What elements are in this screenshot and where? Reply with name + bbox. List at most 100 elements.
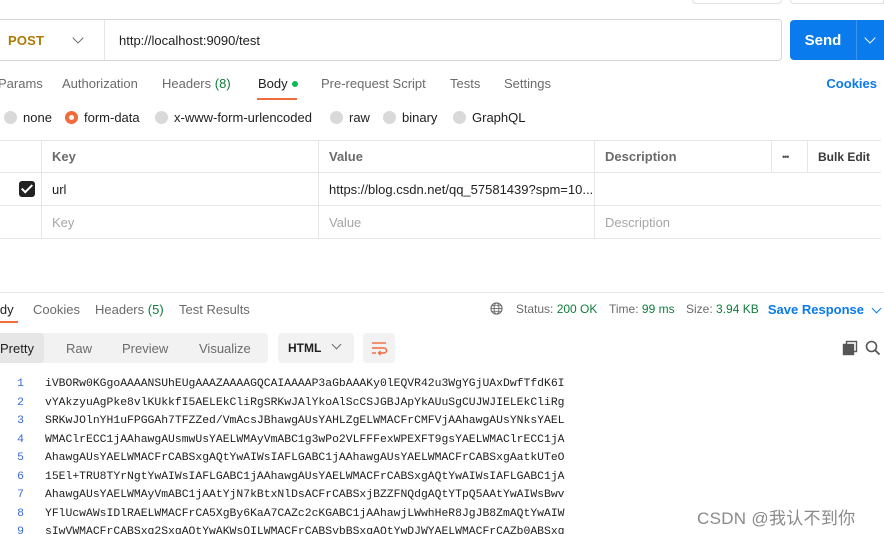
copy-icon[interactable]: [842, 340, 858, 356]
send-divider: [856, 20, 857, 60]
tab-settings[interactable]: Settings: [504, 76, 551, 91]
radio-raw[interactable]: raw: [330, 110, 370, 125]
code-line: 2 vYAkzyuAgPke8vlKUkkfI5AELEkCliRgSRKwJAl…: [0, 394, 884, 413]
time-readout: Time: 99 ms: [609, 302, 675, 316]
form-data-table: Key Value Description ••• Bulk Edit url …: [0, 140, 881, 239]
value-cell[interactable]: https://blog.csdn.net/qq_57581439?spm=10…: [318, 173, 595, 205]
modified-dot-icon: [291, 80, 298, 87]
view-raw-button[interactable]: Raw: [66, 333, 92, 363]
size-readout: Size: 3.94 KB: [686, 302, 759, 316]
tab-pre-request-script[interactable]: Pre-request Script: [321, 76, 426, 91]
radio-circle-selected: [65, 111, 78, 124]
send-button[interactable]: Send: [790, 20, 884, 60]
line-number: 6: [17, 470, 24, 483]
line-number: 3: [17, 415, 24, 427]
chevron-down-icon[interactable]: [871, 303, 882, 314]
active-tab-indicator: [0, 321, 18, 323]
send-label: Send: [804, 31, 842, 49]
tab-headers[interactable]: Headers (8): [162, 76, 231, 91]
wrap-lines-button[interactable]: [363, 333, 395, 363]
active-tab-indicator: [257, 98, 297, 100]
radio-urlencoded[interactable]: x-www-form-urlencoded: [155, 110, 312, 125]
radio-circle: [330, 111, 343, 124]
tab-response-headers-count: (5): [147, 302, 164, 317]
method-label: POST: [8, 32, 45, 48]
row-checkbox[interactable]: [19, 181, 35, 197]
radio-graphql[interactable]: GraphQL: [453, 110, 525, 125]
description-cell[interactable]: [594, 173, 881, 205]
line-text: sIwVWMACFrCABSxg2SxgAQtYwAKWsQILWMACFrCA…: [45, 526, 565, 534]
code-line: 5 AhawgAUsYAELWMACFrCABSxgAQtYwAIWsIAFLGA…: [0, 449, 884, 468]
response-tabs: Body Cookies Headers (5) Test Results St…: [0, 293, 884, 323]
key-placeholder-cell[interactable]: Key: [41, 206, 318, 238]
url-bar: POST: [0, 19, 782, 61]
value-column-header: Value: [318, 141, 595, 172]
code-line: 1 iVBORw0KGgoAAAANSUhEUgAAAZAAAAGQCAIAAAA…: [0, 375, 884, 394]
response-view-toolbar: Pretty Raw Preview Visualize HTML: [0, 333, 884, 363]
url-input[interactable]: [105, 20, 781, 60]
cookies-link[interactable]: Cookies: [826, 76, 877, 91]
view-visualize-button[interactable]: Visualize: [199, 333, 251, 363]
radio-none[interactable]: none: [4, 110, 52, 125]
line-text: AhawgAUsYAELWMAyVmABC1jAAtYjN7kBtxNlDsAC…: [45, 489, 565, 501]
chevron-down-icon[interactable]: [864, 32, 876, 44]
tab-response-headers[interactable]: Headers (5): [95, 302, 164, 317]
tab-headers-label: Headers: [162, 76, 212, 91]
tab-tests[interactable]: Tests: [450, 76, 480, 91]
globe-icon[interactable]: [490, 302, 503, 315]
line-text: vYAkzyuAgPke8vlKUkkfI5AELEkCliRgSRKwJAlY…: [45, 396, 565, 409]
table-header-row: Key Value Description ••• Bulk Edit: [0, 140, 881, 173]
code-line: 7 AhawgAUsYAELWMAyVmABC1jAAtYjN7kBtxNlDsA…: [0, 486, 884, 505]
format-select[interactable]: HTML: [278, 333, 354, 363]
radio-label: x-www-form-urlencoded: [174, 110, 312, 125]
radio-form-data[interactable]: form-data: [65, 110, 140, 125]
table-row-empty: Key Value Description: [0, 206, 881, 239]
tab-test-results[interactable]: Test Results: [179, 302, 250, 317]
line-number: 8: [17, 507, 24, 520]
description-placeholder-cell[interactable]: Description: [594, 206, 881, 238]
line-number: 2: [17, 396, 24, 409]
more-options-icon[interactable]: •••: [771, 141, 807, 172]
tab-response-headers-label: Headers: [95, 302, 145, 317]
time-label: Time:: [609, 302, 639, 316]
tab-headers-count: (8): [214, 76, 231, 91]
table-row: url https://blog.csdn.net/qq_57581439?sp…: [0, 173, 881, 206]
key-cell[interactable]: url: [41, 173, 318, 205]
line-number: 7: [17, 489, 24, 501]
line-text: AhawgAUsYAELWMACFrCABSxgAQtYwAIWsIAFLGAB…: [45, 452, 565, 464]
watermark: CSDN @我认不到你: [697, 509, 856, 528]
line-text: WMAClrECC1jAAhawgAUsmwUsYAELWMAyVmABC1g3…: [45, 433, 565, 446]
view-mode-segmented: Pretty Raw Preview Visualize: [0, 333, 268, 363]
tab-body[interactable]: Body: [258, 76, 298, 91]
line-text: iVBORw0KGgoAAAANSUhEUgAAAZAAAAGQCAIAAAAP…: [45, 378, 565, 390]
radio-label: binary: [402, 110, 438, 125]
method-select[interactable]: POST: [0, 20, 105, 60]
bulk-edit-button[interactable]: Bulk Edit: [807, 141, 881, 172]
view-preview-button[interactable]: Preview: [122, 333, 168, 363]
tab-response-body[interactable]: Body: [0, 302, 14, 317]
line-number: 4: [17, 433, 24, 446]
tab-body-label: Body: [258, 76, 288, 91]
size-label: Size:: [686, 302, 713, 316]
radio-binary[interactable]: binary: [383, 110, 437, 125]
empty-checkbox-cell: [0, 206, 41, 238]
value-placeholder-cell[interactable]: Value: [318, 206, 595, 238]
tab-response-cookies[interactable]: Cookies: [33, 302, 80, 317]
format-label: HTML: [288, 341, 322, 355]
view-pretty-button[interactable]: Pretty: [0, 333, 44, 363]
code-line: 3 SRKwJOlnYH1uFPGGAh7TFZZed/VmAcsJBhawgAU…: [0, 412, 884, 431]
tab-authorization[interactable]: Authorization: [62, 76, 138, 91]
chevron-down-icon: [331, 339, 342, 350]
tab-params[interactable]: Params: [0, 76, 43, 91]
radio-label: raw: [349, 110, 370, 125]
code-line: 4 WMAClrECC1jAAhawgAUsmwUsYAELWMAyVmABC1g…: [0, 431, 884, 450]
line-number: 5: [17, 452, 24, 464]
wrap-lines-icon: [372, 342, 388, 356]
search-icon[interactable]: [865, 340, 881, 356]
radio-label: form-data: [84, 110, 140, 125]
radio-label: none: [23, 110, 52, 125]
radio-circle: [155, 111, 168, 124]
radio-circle: [4, 111, 17, 124]
radio-label: GraphQL: [472, 110, 526, 125]
save-response-button[interactable]: Save Response: [768, 302, 864, 317]
